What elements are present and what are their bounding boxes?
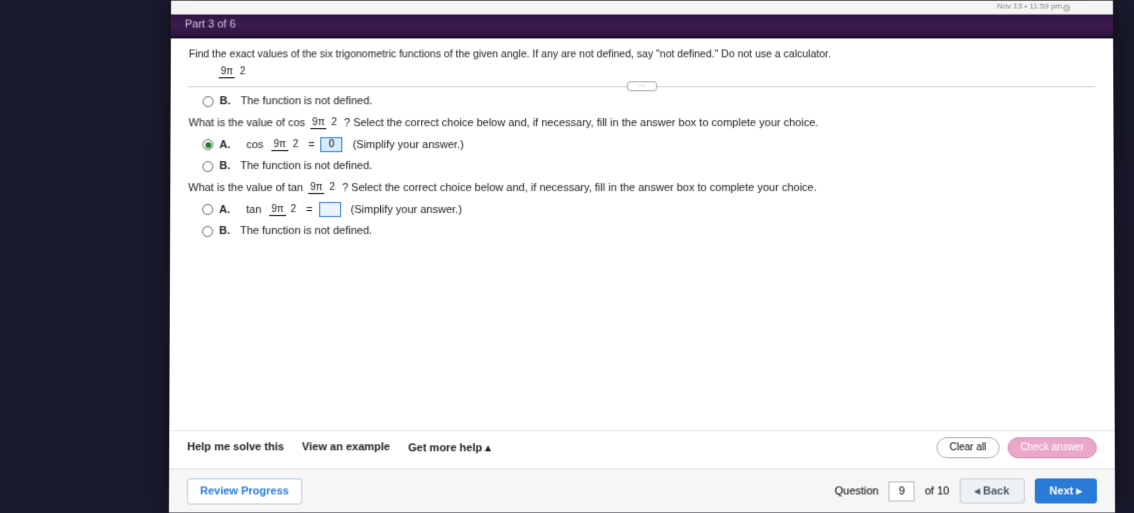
cos-frac-den: 2 — [329, 117, 339, 128]
gear-icon[interactable]: ⚙ — [1062, 4, 1071, 16]
cos-option-b-row[interactable]: B. The function is not defined. — [202, 160, 1095, 172]
get-more-help-link[interactable]: Get more help ▴ — [408, 441, 491, 454]
tan-option-a-row[interactable]: A. tan 9π 2 = (Simplify your answer.) — [202, 202, 1096, 217]
collapse-icon[interactable]: ⋯ — [627, 81, 657, 91]
question-number-input[interactable] — [889, 481, 915, 501]
question-content: Find the exact values of the six trigono… — [169, 38, 1114, 408]
help-solve-link[interactable]: Help me solve this — [187, 441, 284, 454]
tan-b-letter: B. — [219, 225, 230, 237]
cos-prompt-post: ? Select the correct choice below and, i… — [344, 117, 818, 129]
check-answer-button[interactable]: Check answer — [1007, 437, 1097, 458]
radio-cos-b[interactable] — [202, 161, 213, 172]
cos-option-a-row[interactable]: A. cos 9π 2 = (Simplify your answer.) — [202, 137, 1095, 152]
review-progress-button[interactable]: Review Progress — [187, 478, 302, 504]
cos-frac-num: 9π — [310, 117, 326, 129]
part-header: Part 3 of 6 — [171, 15, 1113, 39]
tan-frac-den: 2 — [327, 182, 337, 193]
tan-b-text: The function is not defined. — [240, 225, 372, 237]
clear-all-button[interactable]: Clear all — [936, 437, 999, 458]
next-button[interactable]: Next ▸ — [1034, 478, 1097, 503]
given-angle: 9π 2 — [219, 67, 248, 77]
tan-a-prefix: tan — [246, 204, 261, 216]
prev-b-letter: B. — [220, 95, 231, 107]
action-bar: Help me solve this View an example Get m… — [169, 430, 1115, 466]
instructions: Find the exact values of the six trigono… — [189, 48, 1095, 60]
angle-numerator: 9π — [219, 66, 235, 78]
tan-a-letter: A. — [219, 204, 230, 216]
cos-b-letter: B. — [219, 160, 230, 172]
tan-prompt-pre: What is the value of tan — [188, 182, 306, 194]
cos-a-equals: = — [308, 139, 314, 151]
cos-prompt: What is the value of cos 9π 2 ? Select t… — [189, 117, 1096, 129]
cos-a-prefix: cos — [246, 139, 263, 151]
tan-a-equals: = — [306, 204, 312, 216]
tan-prompt: What is the value of tan 9π 2 ? Select t… — [188, 182, 1096, 194]
tan-frac-num: 9π — [308, 182, 324, 194]
nav-bar: Review Progress Question of 10 ◂ Back Ne… — [169, 468, 1115, 512]
question-of: of 10 — [925, 485, 950, 497]
divider: ⋯ — [189, 86, 1096, 87]
cos-a-letter: A. — [219, 139, 230, 151]
view-example-link[interactable]: View an example — [302, 441, 390, 454]
radio-prev-b[interactable] — [203, 96, 214, 107]
back-button[interactable]: ◂ Back — [959, 478, 1024, 503]
radio-tan-a[interactable] — [202, 204, 213, 215]
question-label: Question — [835, 485, 879, 497]
tan-option-b-row[interactable]: B. The function is not defined. — [202, 225, 1096, 237]
part-label: Part 3 of 6 — [185, 19, 236, 31]
prev-b-text: The function is not defined. — [241, 95, 373, 107]
cos-answer-input[interactable] — [321, 137, 343, 152]
system-time: Nov 13 • 11:59 pm — [997, 2, 1062, 11]
radio-cos-a[interactable] — [202, 139, 213, 150]
prev-option-b-row[interactable]: B. The function is not defined. — [203, 95, 1096, 107]
tan-prompt-post: ? Select the correct choice below and, i… — [342, 182, 817, 194]
tan-a-hint: (Simplify your answer.) — [351, 204, 462, 216]
cos-b-text: The function is not defined. — [240, 160, 372, 172]
tan-answer-input[interactable] — [319, 202, 341, 217]
cos-a-hint: (Simplify your answer.) — [353, 139, 464, 151]
window-top-strip: Nov 13 • 11:59 pm ⚙ — [171, 1, 1113, 15]
cos-prompt-pre: What is the value of cos — [189, 117, 309, 129]
angle-denominator: 2 — [238, 66, 248, 77]
radio-tan-b[interactable] — [202, 226, 213, 237]
